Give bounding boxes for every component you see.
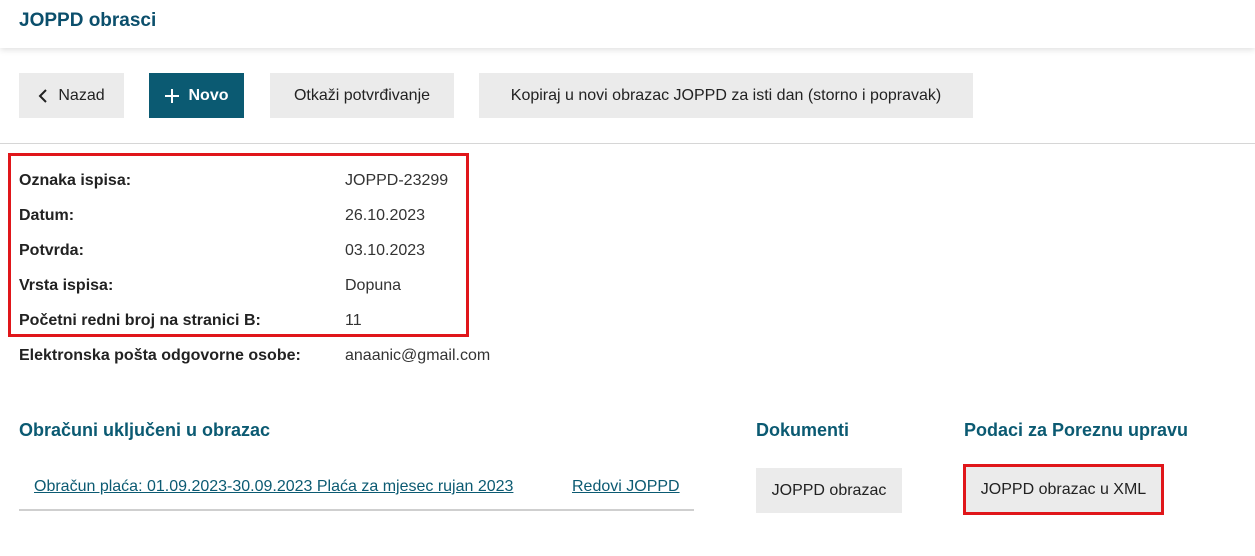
details-highlight-box <box>8 153 469 337</box>
back-button[interactable]: Nazad <box>19 73 124 118</box>
calculation-link[interactable]: Obračun plaća: 01.09.2023-30.09.2023 Pla… <box>34 478 513 496</box>
page-title: JOPPD obrasci <box>19 10 157 31</box>
page-header: JOPPD obrasci <box>0 0 1255 48</box>
divider <box>0 143 1255 144</box>
detail-row-email: Elektronska pošta odgovorne osobe: anaan… <box>19 338 619 373</box>
calculations-section-title: Obračuni uključeni u obrazac <box>19 420 271 440</box>
joppd-form-button-label: JOPPD obrazac <box>771 481 887 499</box>
detail-label: Elektronska pošta odgovorne osobe: <box>19 346 301 364</box>
calculations-row-divider <box>19 509 694 511</box>
chevron-left-icon <box>38 88 48 104</box>
cancel-confirmation-button[interactable]: Otkaži potvrđivanje <box>270 73 454 118</box>
detail-value: anaanic@gmail.com <box>345 346 491 364</box>
new-button[interactable]: Novo <box>149 73 244 118</box>
tax-section-title: Podaci za Poreznu upravu <box>964 420 1189 440</box>
joppd-form-button[interactable]: JOPPD obrazac <box>756 468 902 513</box>
xml-highlight-box <box>963 464 1164 515</box>
cancel-confirmation-label: Otkaži potvrđivanje <box>293 86 431 104</box>
joppd-rows-link[interactable]: Redovi JOPPD <box>572 478 680 496</box>
new-button-label: Novo <box>188 86 229 104</box>
back-button-label: Nazad <box>58 86 105 104</box>
copy-joppd-label: Kopiraj u novi obrazac JOPPD za isti dan… <box>510 86 942 104</box>
documents-section-title: Dokumenti <box>756 420 850 440</box>
plus-icon <box>164 88 179 103</box>
copy-joppd-button[interactable]: Kopiraj u novi obrazac JOPPD za isti dan… <box>479 73 973 118</box>
